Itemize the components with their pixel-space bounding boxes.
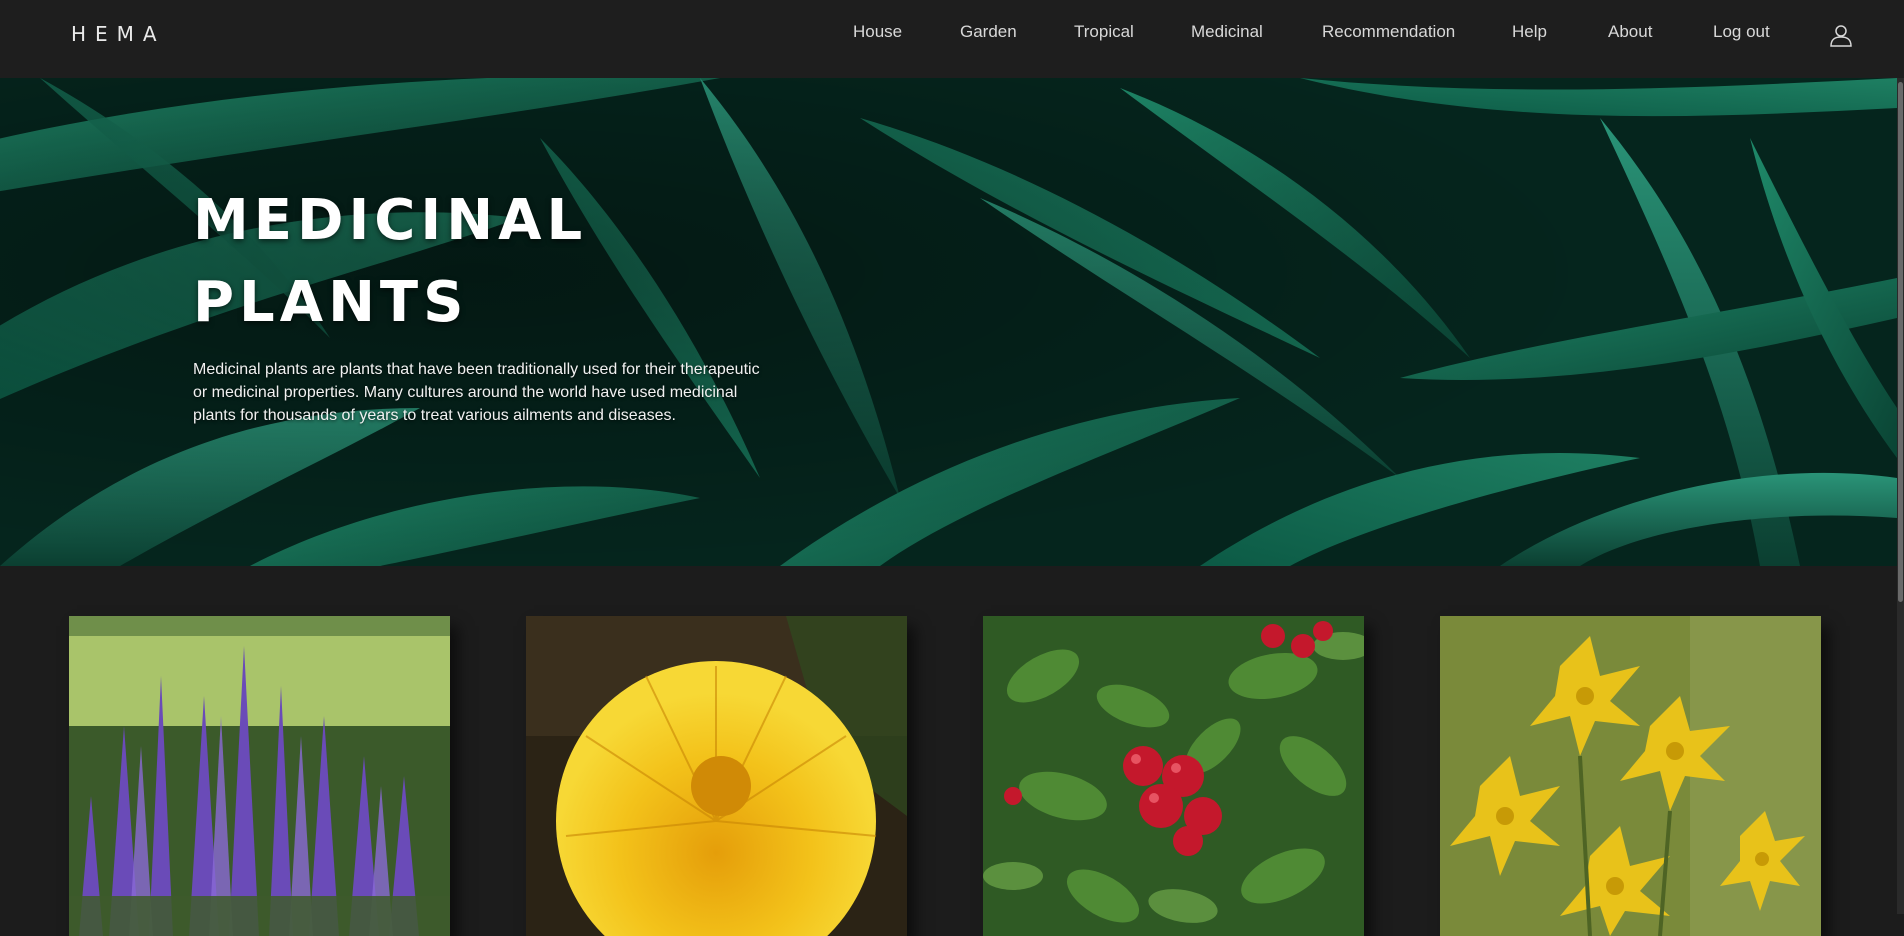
nav-item-medicinal[interactable]: Medicinal [1191, 22, 1263, 42]
nav-item-house[interactable]: House [853, 22, 902, 42]
nav-item-about[interactable]: About [1608, 22, 1652, 42]
hero-banner: MEDICINAL PLANTS Medicinal plants are pl… [0, 78, 1897, 566]
plant-card-lavender[interactable] [69, 616, 450, 936]
top-navbar: HEMA House Garden Tropical Medicinal Rec… [0, 0, 1904, 78]
nav-item-logout[interactable]: Log out [1713, 22, 1770, 42]
hero-description: Medicinal plants are plants that have be… [193, 361, 760, 424]
yellow-st-johns-wort-flower-image [1440, 616, 1821, 936]
page-title-line2: PLANTS [193, 270, 469, 335]
red-lingonberry-shrub-image [983, 616, 1364, 936]
plant-card-dandelion[interactable] [526, 616, 907, 936]
plant-card-grid [0, 566, 1904, 936]
nav-item-help[interactable]: Help [1512, 22, 1547, 42]
page-title-line1: MEDICINAL [193, 188, 588, 253]
plant-card-st-johns-wort[interactable] [1440, 616, 1821, 936]
page-title: MEDICINAL PLANTS [193, 180, 893, 344]
page-scrollbar[interactable] [1897, 78, 1904, 914]
plant-card-lingonberry[interactable] [983, 616, 1364, 936]
lavender-sage-flower-image [69, 616, 450, 936]
nav-item-tropical[interactable]: Tropical [1074, 22, 1134, 42]
scrollbar-thumb[interactable] [1898, 82, 1903, 602]
yellow-dandelion-flower-image [526, 616, 907, 936]
nav-item-recommendation[interactable]: Recommendation [1322, 22, 1455, 42]
brand-logo[interactable]: HEMA [71, 22, 166, 46]
user-icon[interactable] [1829, 23, 1853, 47]
nav-item-garden[interactable]: Garden [960, 22, 1017, 42]
